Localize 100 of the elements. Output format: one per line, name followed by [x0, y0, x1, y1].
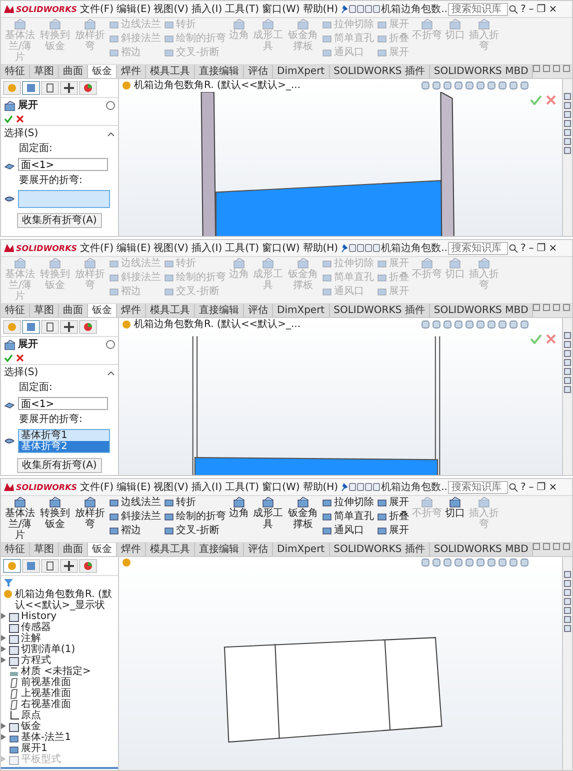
window-control[interactable]: ❐: [536, 242, 547, 254]
collect-bends-button[interactable]: 收集所有折弯(A): [17, 213, 102, 228]
library-icon[interactable]: [564, 589, 571, 596]
section-view-icon[interactable]: [454, 558, 463, 567]
check-icon[interactable]: [4, 354, 13, 362]
ribbon-tab[interactable]: 草图: [30, 65, 59, 78]
open-file-icon[interactable]: [357, 5, 364, 13]
tree-item[interactable]: 展开1: [1, 743, 48, 754]
view-orientation-icon[interactable]: [465, 320, 474, 329]
ribbon-tab[interactable]: 曲面: [59, 543, 88, 556]
check-icon[interactable]: [530, 95, 542, 105]
resources-icon[interactable]: [564, 580, 571, 587]
menu-item[interactable]: 窗口(W): [261, 4, 301, 14]
appearance-icon[interactable]: [564, 616, 571, 623]
input-field[interactable]: 面<1>: [18, 397, 108, 410]
tree-root[interactable]: 机箱边角包数角R. (默认<<默认>_显示状: [15, 589, 118, 611]
pin-icon[interactable]: [340, 243, 348, 253]
menu-item[interactable]: 帮助(H): [302, 4, 340, 14]
explorer-icon[interactable]: [564, 120, 571, 127]
new-file-icon[interactable]: [349, 5, 356, 13]
view-orientation-icon[interactable]: [465, 81, 474, 90]
ribbon-command[interactable]: 基体法兰/薄片: [4, 497, 36, 541]
ribbon-command[interactable]: 展开: [377, 525, 409, 536]
restore-icon[interactable]: [563, 65, 570, 72]
ribbon-tab[interactable]: 特征: [1, 543, 30, 556]
explorer-icon[interactable]: [564, 598, 571, 605]
ribbon-tab[interactable]: 曲面: [59, 304, 88, 317]
ribbon-tab[interactable]: DimXpert: [273, 304, 330, 317]
menu-item[interactable]: 文件(F): [79, 482, 115, 492]
window-control[interactable]: ?: [519, 4, 527, 14]
window-control[interactable]: ❐: [536, 482, 547, 492]
resources-icon[interactable]: [564, 341, 571, 348]
previous-view-icon[interactable]: [443, 320, 452, 329]
ribbon-command[interactable]: 折叠: [377, 511, 409, 522]
ribbon-tab[interactable]: DimXpert: [273, 543, 330, 556]
library-icon[interactable]: [564, 350, 571, 357]
minimize-icon[interactable]: [553, 65, 560, 72]
help-icon[interactable]: [106, 340, 115, 349]
previous-view-icon[interactable]: [443, 81, 452, 90]
hide-show-icon[interactable]: [487, 558, 496, 567]
list-item[interactable]: 基体折弯1: [19, 430, 109, 441]
document-path[interactable]: 机箱边角包数角R. (默认<<默认>_...: [134, 319, 301, 330]
ribbon-tab[interactable]: 焊件: [117, 65, 146, 78]
scene-icon[interactable]: [509, 81, 518, 90]
section-view-icon[interactable]: [454, 320, 463, 329]
zoom-icon[interactable]: [421, 558, 430, 567]
properties-icon[interactable]: [564, 625, 571, 632]
ribbon-tab[interactable]: 焊件: [117, 543, 146, 556]
ribbon-tab[interactable]: SOLIDWORKS 插件: [330, 543, 430, 556]
appearance-icon[interactable]: [564, 138, 571, 145]
ribbon-command[interactable]: 拉伸切除: [322, 497, 374, 508]
tile-icon[interactable]: [533, 304, 540, 311]
zoom-icon[interactable]: [421, 320, 430, 329]
ribbon-tab[interactable]: DimXpert: [273, 65, 330, 78]
display-style-icon[interactable]: [476, 558, 485, 567]
window-control[interactable]: –: [528, 4, 535, 14]
expand-icon[interactable]: [1, 613, 6, 620]
tile-icon[interactable]: [543, 543, 550, 550]
save-icon[interactable]: [365, 5, 372, 13]
ribbon-command[interactable]: 绘制的折弯: [164, 511, 226, 522]
ribbon-command[interactable]: 展开: [377, 497, 409, 508]
section-view-icon[interactable]: [454, 81, 463, 90]
panel-tab[interactable]: [41, 320, 59, 334]
ribbon-tab[interactable]: 直接编辑: [195, 304, 244, 317]
list-item[interactable]: 基体折弯2: [19, 441, 109, 452]
open-file-icon[interactable]: [357, 244, 364, 252]
menu-item[interactable]: 视图(V): [152, 242, 190, 254]
collapse-icon[interactable]: [107, 370, 115, 376]
menu-item[interactable]: 插入(I): [190, 242, 224, 254]
ribbon-tab[interactable]: 评估: [244, 543, 273, 556]
restore-icon[interactable]: [563, 543, 570, 550]
close-icon[interactable]: [16, 354, 24, 362]
menu-item[interactable]: 编辑(E): [116, 242, 152, 254]
minimize-icon[interactable]: [553, 543, 560, 550]
previous-view-icon[interactable]: [443, 558, 452, 567]
tree-item[interactable]: 钣金: [1, 721, 41, 732]
window-control[interactable]: ?: [519, 242, 527, 254]
tile-icon[interactable]: [543, 65, 550, 72]
new-file-icon[interactable]: [349, 244, 356, 252]
ribbon-tab[interactable]: 特征: [1, 304, 30, 317]
panel-tab[interactable]: [79, 320, 97, 334]
ribbon-command[interactable]: 成形工具: [252, 497, 284, 530]
menu-item[interactable]: 帮助(H): [302, 482, 340, 492]
ribbon-command[interactable]: 斜接法兰: [109, 511, 161, 522]
tree-item[interactable]: 上视基准面: [1, 688, 71, 699]
panel-tab[interactable]: [79, 81, 97, 95]
ribbon-tab[interactable]: 焊件: [117, 304, 146, 317]
window-control[interactable]: ×: [548, 482, 558, 492]
tree-item[interactable]: 基体-法兰1: [1, 732, 71, 743]
tile-icon[interactable]: [543, 304, 550, 311]
window-control[interactable]: –: [528, 482, 535, 492]
ribbon-tab[interactable]: 评估: [244, 65, 273, 78]
home-icon[interactable]: [564, 93, 571, 100]
panel-tab[interactable]: [60, 559, 78, 573]
menu-item[interactable]: 工具(T): [224, 482, 260, 492]
ribbon-command[interactable]: 转换到钣金: [39, 497, 71, 530]
menu-item[interactable]: 工具(T): [224, 242, 260, 254]
tree-item[interactable]: 材质 <未指定>: [1, 666, 91, 677]
display-style-icon[interactable]: [476, 81, 485, 90]
palette-icon[interactable]: [564, 607, 571, 614]
